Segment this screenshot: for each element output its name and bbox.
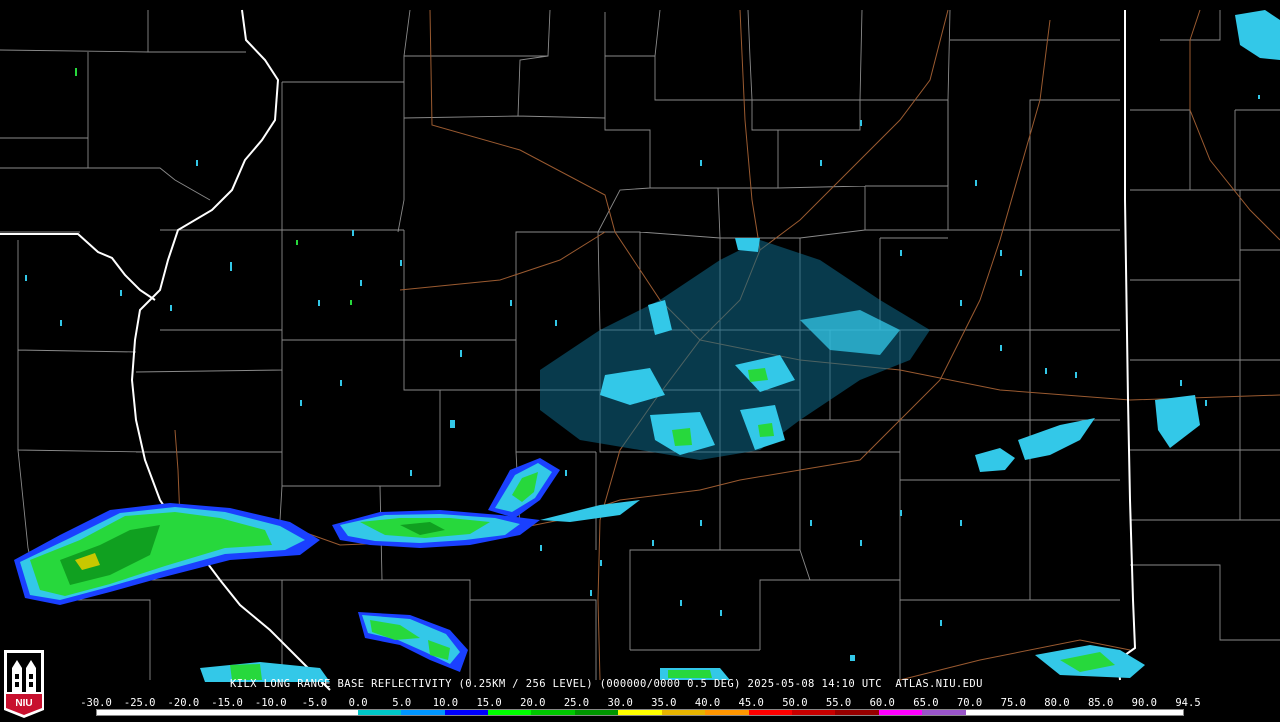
- legend-label: -30.0: [80, 697, 112, 709]
- legend-swatch: [965, 710, 1010, 715]
- legend-label: -25.0: [123, 697, 156, 709]
- legend-swatch: [705, 710, 749, 715]
- legend-swatch: [444, 710, 488, 715]
- legend-label: 25.0: [563, 697, 590, 709]
- reflectivity-color-scale: [96, 709, 1184, 716]
- legend-swatch: [183, 710, 228, 715]
- legend-label: -20.0: [167, 697, 200, 709]
- legend-label: 65.0: [913, 697, 939, 709]
- legend-swatch: [531, 710, 575, 715]
- legend-swatch: [922, 710, 966, 715]
- legend-label: 70.0: [956, 697, 983, 709]
- legend-label: 45.0: [738, 697, 764, 709]
- niu-logo-graphic: NIU: [4, 650, 44, 718]
- legend-swatch: [618, 710, 662, 715]
- legend-label: 35.0: [651, 697, 677, 709]
- legend-swatch: [878, 710, 923, 715]
- legend-swatch: [227, 710, 271, 715]
- legend-swatch: [1096, 710, 1140, 715]
- legend-label: 55.0: [825, 697, 852, 709]
- niu-logo: NIU: [2, 646, 46, 718]
- legend-swatch: [314, 710, 358, 715]
- legend-label: 94.5: [1175, 697, 1201, 709]
- legend-swatch: [270, 710, 315, 715]
- legend-swatch: [661, 710, 706, 715]
- legend-label: 15.0: [476, 697, 502, 709]
- legend-label: 60.0: [869, 697, 895, 709]
- legend-label: 85.0: [1087, 697, 1114, 709]
- legend-label: 75.0: [1000, 697, 1026, 709]
- product-caption: KILX LONG RANGE BASE REFLECTIVITY (0.25K…: [230, 678, 983, 690]
- legend-swatch: [401, 710, 445, 715]
- legend-label: 10.0: [432, 697, 459, 709]
- legend-swatch: [748, 710, 792, 715]
- legend-swatch: [97, 710, 141, 715]
- legend-label: 50.0: [782, 697, 808, 709]
- legend-swatch: [140, 710, 184, 715]
- legend-label: 40.0: [694, 697, 721, 709]
- legend-swatch: [1052, 710, 1097, 715]
- legend-label: 5.0: [392, 697, 412, 709]
- legend-label: 90.0: [1131, 697, 1157, 709]
- legend-labels: -30.0 -25.0 -20.0 -15.0 -10.0 -5.0 0.0 5.0 10.0 1…: [80, 697, 1202, 709]
- legend-swatch: [357, 710, 402, 715]
- legend-label: 0.0: [348, 697, 368, 709]
- legend-label: 80.0: [1044, 697, 1070, 709]
- legend-label: -5.0: [301, 697, 328, 709]
- legend-swatch: [1009, 710, 1053, 715]
- radar-map: [0, 0, 1280, 720]
- legend-label: 20.0: [520, 697, 546, 709]
- legend-swatch: [1139, 710, 1183, 715]
- legend-label: 30.0: [607, 697, 633, 709]
- legend-label: -15.0: [211, 697, 243, 709]
- legend-swatch: [835, 710, 879, 715]
- niu-logo-text: NIU: [15, 698, 32, 709]
- legend-swatch: [792, 710, 836, 715]
- legend-swatch: [487, 710, 532, 715]
- legend-label: -10.0: [254, 697, 287, 709]
- legend-swatch: [574, 710, 619, 715]
